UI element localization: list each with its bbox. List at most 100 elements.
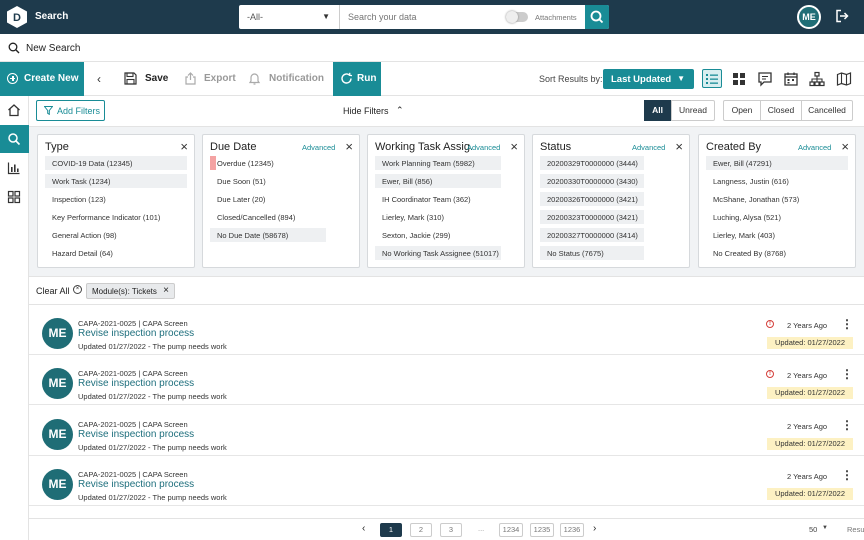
logout-icon[interactable] <box>835 9 849 23</box>
panel-option[interactable]: 20200326T0000000 (3421) <box>540 192 644 206</box>
segment-all[interactable]: All <box>644 100 671 121</box>
record-age: 2 Years Ago <box>787 371 828 380</box>
filter-panel-created-by: Created By Advanced × Ewer, Bill (47291)… <box>698 134 856 268</box>
close-icon[interactable]: × <box>345 139 353 154</box>
list-item[interactable]: ME CAPA-2021-0025 | CAPA Screen Revise i… <box>29 355 864 405</box>
panel-option[interactable]: Key Performance Indicator (101) <box>45 210 187 224</box>
panel-option[interactable]: Closed/Cancelled (894) <box>210 210 352 224</box>
close-icon[interactable]: × <box>510 139 518 154</box>
clear-all-button[interactable]: Clear All × <box>36 285 82 296</box>
segment-closed[interactable]: Closed <box>760 100 802 121</box>
advanced-link[interactable]: Advanced <box>632 143 665 152</box>
page-button[interactable]: 2 <box>410 523 432 537</box>
create-new-button[interactable]: Create New <box>0 62 84 96</box>
search-input[interactable] <box>340 5 500 29</box>
alert-icon: ! <box>766 370 774 378</box>
advanced-link[interactable]: Advanced <box>302 143 335 152</box>
panel-option[interactable]: Work Planning Team (5982) <box>375 156 501 170</box>
app-logo-icon[interactable]: D <box>6 5 28 29</box>
new-search-bar[interactable]: New Search <box>0 34 864 62</box>
panel-option[interactable]: COVID-19 Data (12345) <box>45 156 187 170</box>
list-item[interactable]: ME CAPA-2021-0025 | CAPA Screen Revise i… <box>29 305 864 355</box>
page-button[interactable]: 1235 <box>530 523 554 537</box>
filter-panel-status: Status Advanced × 20200329T0000000 (3444… <box>532 134 690 268</box>
segment-cancelled[interactable]: Cancelled <box>801 100 853 121</box>
list-item[interactable]: ME CAPA-2021-0025 | CAPA Screen Revise i… <box>29 406 864 456</box>
filter-chip[interactable]: Module(s): Tickets × <box>86 283 175 299</box>
hierarchy-view-icon[interactable] <box>809 71 825 87</box>
more-options-icon[interactable]: ⋮ <box>841 317 853 331</box>
search-button[interactable] <box>585 5 609 29</box>
panel-option[interactable]: Sexton, Jackie (299) <box>375 228 517 242</box>
sort-select[interactable]: Last Updated ▼ <box>603 69 694 89</box>
attachments-toggle[interactable] <box>506 11 528 23</box>
map-view-icon[interactable] <box>836 71 852 87</box>
record-title-link[interactable]: Revise inspection process <box>78 479 194 490</box>
panel-option[interactable]: 20200329T0000000 (3444) <box>540 156 644 170</box>
advanced-link[interactable]: Advanced <box>798 143 831 152</box>
user-avatar[interactable]: ME <box>797 5 821 29</box>
close-icon[interactable]: × <box>180 139 188 154</box>
panel-option[interactable]: Luching, Alysa (521) <box>706 210 848 224</box>
panel-option[interactable]: No Status (7675) <box>540 246 644 260</box>
segment-open[interactable]: Open <box>723 100 761 121</box>
hide-filters-toggle[interactable]: Hide Filters ⌃ <box>343 105 404 116</box>
run-button[interactable]: Run <box>333 62 381 96</box>
chevron-right-icon[interactable]: › <box>593 523 596 534</box>
updated-badge: Updated: 01/27/2022 <box>767 387 853 399</box>
segment-unread[interactable]: Unread <box>671 100 715 121</box>
search-scope-select[interactable]: -All- ▼ <box>239 5 340 29</box>
page-button[interactable]: 3 <box>440 523 462 537</box>
panel-option[interactable]: IH Coordinator Team (362) <box>375 192 517 206</box>
save-button[interactable]: Save <box>124 62 170 96</box>
export-button[interactable]: Export <box>184 62 236 96</box>
close-icon[interactable]: × <box>841 139 849 154</box>
panel-option[interactable]: Overdue (12345) <box>210 156 352 170</box>
panel-option[interactable]: Ewer, Bill (47291) <box>706 156 848 170</box>
close-icon[interactable]: × <box>163 285 169 296</box>
advanced-link[interactable]: Advanced <box>467 143 500 152</box>
sidebar-item-reports[interactable] <box>0 154 29 182</box>
panel-option[interactable]: Due Later (20) <box>210 192 352 206</box>
comment-view-icon[interactable] <box>757 71 773 87</box>
list-item[interactable]: ME CAPA-2021-0025 | CAPA Screen Revise i… <box>29 456 864 506</box>
panel-option[interactable]: Inspection (123) <box>45 192 187 206</box>
panel-option[interactable]: Due Soon (51) <box>210 174 352 188</box>
more-options-icon[interactable]: ⋮ <box>841 418 853 432</box>
panel-option[interactable]: Work Task (1234) <box>45 174 187 188</box>
chevron-left-icon[interactable]: ‹ <box>97 72 101 86</box>
sidebar-item-home[interactable] <box>0 96 29 124</box>
per-page-select[interactable]: 50 ▼ <box>809 525 828 534</box>
page-button[interactable]: 1236 <box>560 523 584 537</box>
panel-option[interactable]: Langness, Justin (616) <box>706 174 848 188</box>
panel-option[interactable]: 20200330T0000000 (3430) <box>540 174 644 188</box>
panel-option[interactable]: 20200327T0000000 (3414) <box>540 228 644 242</box>
panel-option[interactable]: No Created By (8768) <box>706 246 848 260</box>
panel-option[interactable]: Hazard Detail (64) <box>45 246 187 260</box>
notification-label: Notification <box>269 73 324 84</box>
record-title-link[interactable]: Revise inspection process <box>78 378 194 389</box>
notification-button[interactable]: Notification <box>248 62 324 96</box>
panel-option[interactable]: No Due Date (58678) <box>210 228 326 242</box>
grid-view-icon[interactable] <box>731 71 747 87</box>
sidebar-item-dashboards[interactable] <box>0 183 29 211</box>
chevron-left-icon[interactable]: ‹ <box>362 523 365 534</box>
add-filters-button[interactable]: Add Filters <box>36 100 105 121</box>
calendar-view-icon[interactable] <box>783 71 799 87</box>
panel-option[interactable]: McShane, Jonathan (573) <box>706 192 848 206</box>
panel-option[interactable]: 20200323T0000000 (3421) <box>540 210 644 224</box>
more-options-icon[interactable]: ⋮ <box>841 367 853 381</box>
panel-option[interactable]: Ewer, Bill (856) <box>375 174 501 188</box>
page-button[interactable]: 1234 <box>499 523 523 537</box>
panel-option[interactable]: No Working Task Assignee (51017) <box>375 246 501 260</box>
panel-option[interactable]: Lierley, Mark (403) <box>706 228 848 242</box>
page-button[interactable]: 1 <box>380 523 402 537</box>
list-view-button[interactable] <box>702 69 722 88</box>
close-icon[interactable]: × <box>675 139 683 154</box>
record-title-link[interactable]: Revise inspection process <box>78 328 194 339</box>
record-title-link[interactable]: Revise inspection process <box>78 429 194 440</box>
panel-option[interactable]: General Action (98) <box>45 228 187 242</box>
panel-option[interactable]: Lierley, Mark (310) <box>375 210 517 224</box>
sidebar-item-search[interactable] <box>0 125 29 153</box>
more-options-icon[interactable]: ⋮ <box>841 468 853 482</box>
